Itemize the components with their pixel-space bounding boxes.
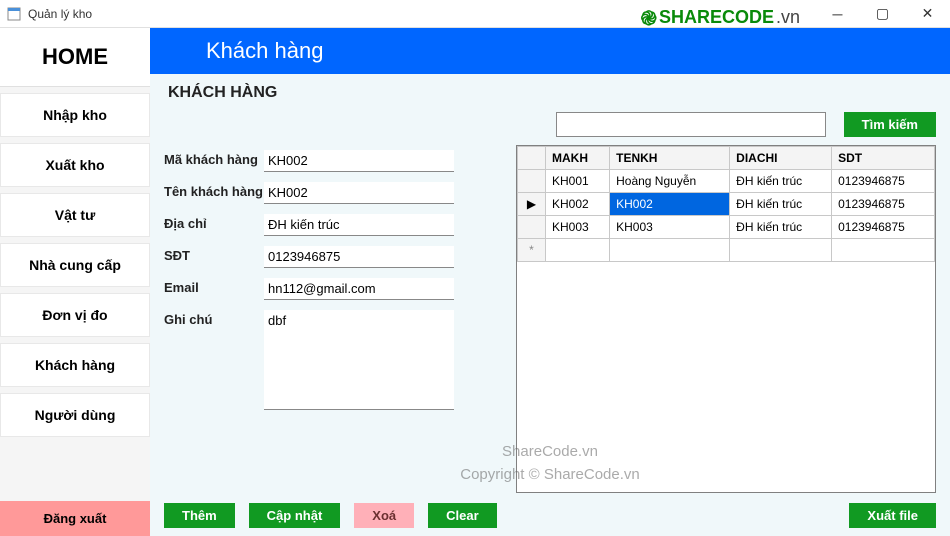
page-header: Khách hàng <box>150 28 950 74</box>
clear-button[interactable]: Clear <box>428 503 497 528</box>
cell[interactable]: KH001 <box>546 170 610 193</box>
sidebar-item-xuat-kho[interactable]: Xuất kho <box>0 143 150 187</box>
label-ten-khach-hang: Tên khách hàng <box>164 182 264 199</box>
cell[interactable] <box>832 239 935 262</box>
label-sdt: SĐT <box>164 246 264 263</box>
sidebar-item-don-vi-do[interactable]: Đơn vị đo <box>0 293 150 337</box>
cell[interactable]: KH003 <box>610 216 730 239</box>
window-maximize-button[interactable]: ▢ <box>860 0 905 27</box>
search-input[interactable] <box>556 112 826 137</box>
cell[interactable]: ĐH kiến trúc <box>730 170 832 193</box>
brand-name: SHARECODE <box>659 7 774 28</box>
label-dia-chi: Địa chỉ <box>164 214 264 231</box>
delete-button[interactable]: Xoá <box>354 503 414 528</box>
cell[interactable]: ĐH kiến trúc <box>730 193 832 216</box>
logout-button[interactable]: Đăng xuất <box>0 501 150 536</box>
cell[interactable]: 0123946875 <box>832 170 935 193</box>
sidebar-item-nguoi-dung[interactable]: Người dùng <box>0 393 150 437</box>
action-bar: Thêm Cập nhật Xoá Clear Xuất file <box>150 499 950 536</box>
input-email[interactable] <box>264 278 454 300</box>
sidebar-home[interactable]: HOME <box>0 28 150 87</box>
label-ma-khach-hang: Mã khách hàng <box>164 150 264 167</box>
brand-logo: ֎ SHARECODE.vn <box>641 4 800 31</box>
row-header-current: ▶ <box>518 193 546 216</box>
sidebar-item-vat-tu[interactable]: Vật tư <box>0 193 150 237</box>
col-tenkh[interactable]: TENKH <box>610 147 730 170</box>
table-new-row[interactable]: * <box>518 239 935 262</box>
search-button[interactable]: Tìm kiếm <box>844 112 936 137</box>
col-diachi[interactable]: DIACHI <box>730 147 832 170</box>
brand-swirl-icon: ֎ <box>641 4 657 31</box>
row-header-new: * <box>518 239 546 262</box>
input-ghi-chu[interactable] <box>264 310 454 410</box>
update-button[interactable]: Cập nhật <box>249 503 341 528</box>
sidebar-item-khach-hang[interactable]: Khách hàng <box>0 343 150 387</box>
export-button[interactable]: Xuất file <box>849 503 936 528</box>
table-row[interactable]: ▶ KH002 KH002 ĐH kiến trúc 0123946875 <box>518 193 935 216</box>
row-header <box>518 170 546 193</box>
add-button[interactable]: Thêm <box>164 503 235 528</box>
sidebar-item-nha-cung-cap[interactable]: Nhà cung cấp <box>0 243 150 287</box>
app-icon <box>6 6 22 22</box>
cell[interactable]: KH003 <box>546 216 610 239</box>
brand-tld: .vn <box>776 7 800 28</box>
cell[interactable]: 0123946875 <box>832 193 935 216</box>
label-email: Email <box>164 278 264 295</box>
grid-panel: Tìm kiếm MAKH TENKH DIACHI SDT <box>516 112 936 499</box>
window-minimize-button[interactable]: ─ <box>815 0 860 27</box>
cell[interactable]: 0123946875 <box>832 216 935 239</box>
input-ten-khach-hang[interactable] <box>264 182 454 204</box>
row-header <box>518 216 546 239</box>
col-makh[interactable]: MAKH <box>546 147 610 170</box>
col-sdt[interactable]: SDT <box>832 147 935 170</box>
cell-selected[interactable]: KH002 <box>610 193 730 216</box>
main-panel: Khách hàng KHÁCH HÀNG Mã khách hàng Tên … <box>150 28 950 536</box>
window-close-button[interactable]: ✕ <box>905 0 950 27</box>
input-sdt[interactable] <box>264 246 454 268</box>
form-panel: Mã khách hàng Tên khách hàng Địa chỉ SĐT… <box>164 150 504 499</box>
label-ghi-chu: Ghi chú <box>164 310 264 327</box>
data-grid[interactable]: MAKH TENKH DIACHI SDT KH001 Hoàng Nguyễn <box>516 145 936 493</box>
cell[interactable] <box>730 239 832 262</box>
cell[interactable] <box>546 239 610 262</box>
input-ma-khach-hang[interactable] <box>264 150 454 172</box>
table-row[interactable]: KH003 KH003 ĐH kiến trúc 0123946875 <box>518 216 935 239</box>
cell[interactable] <box>610 239 730 262</box>
cell[interactable]: KH002 <box>546 193 610 216</box>
sidebar-item-nhap-kho[interactable]: Nhập kho <box>0 93 150 137</box>
input-dia-chi[interactable] <box>264 214 454 236</box>
window-titlebar: Quản lý kho ─ ▢ ✕ <box>0 0 950 28</box>
sidebar: HOME Nhập kho Xuất kho Vật tư Nhà cung c… <box>0 28 150 536</box>
section-title: KHÁCH HÀNG <box>150 80 950 106</box>
cell[interactable]: ĐH kiến trúc <box>730 216 832 239</box>
table-row[interactable]: KH001 Hoàng Nguyễn ĐH kiến trúc 01239468… <box>518 170 935 193</box>
grid-corner <box>518 147 546 170</box>
cell[interactable]: Hoàng Nguyễn <box>610 170 730 193</box>
